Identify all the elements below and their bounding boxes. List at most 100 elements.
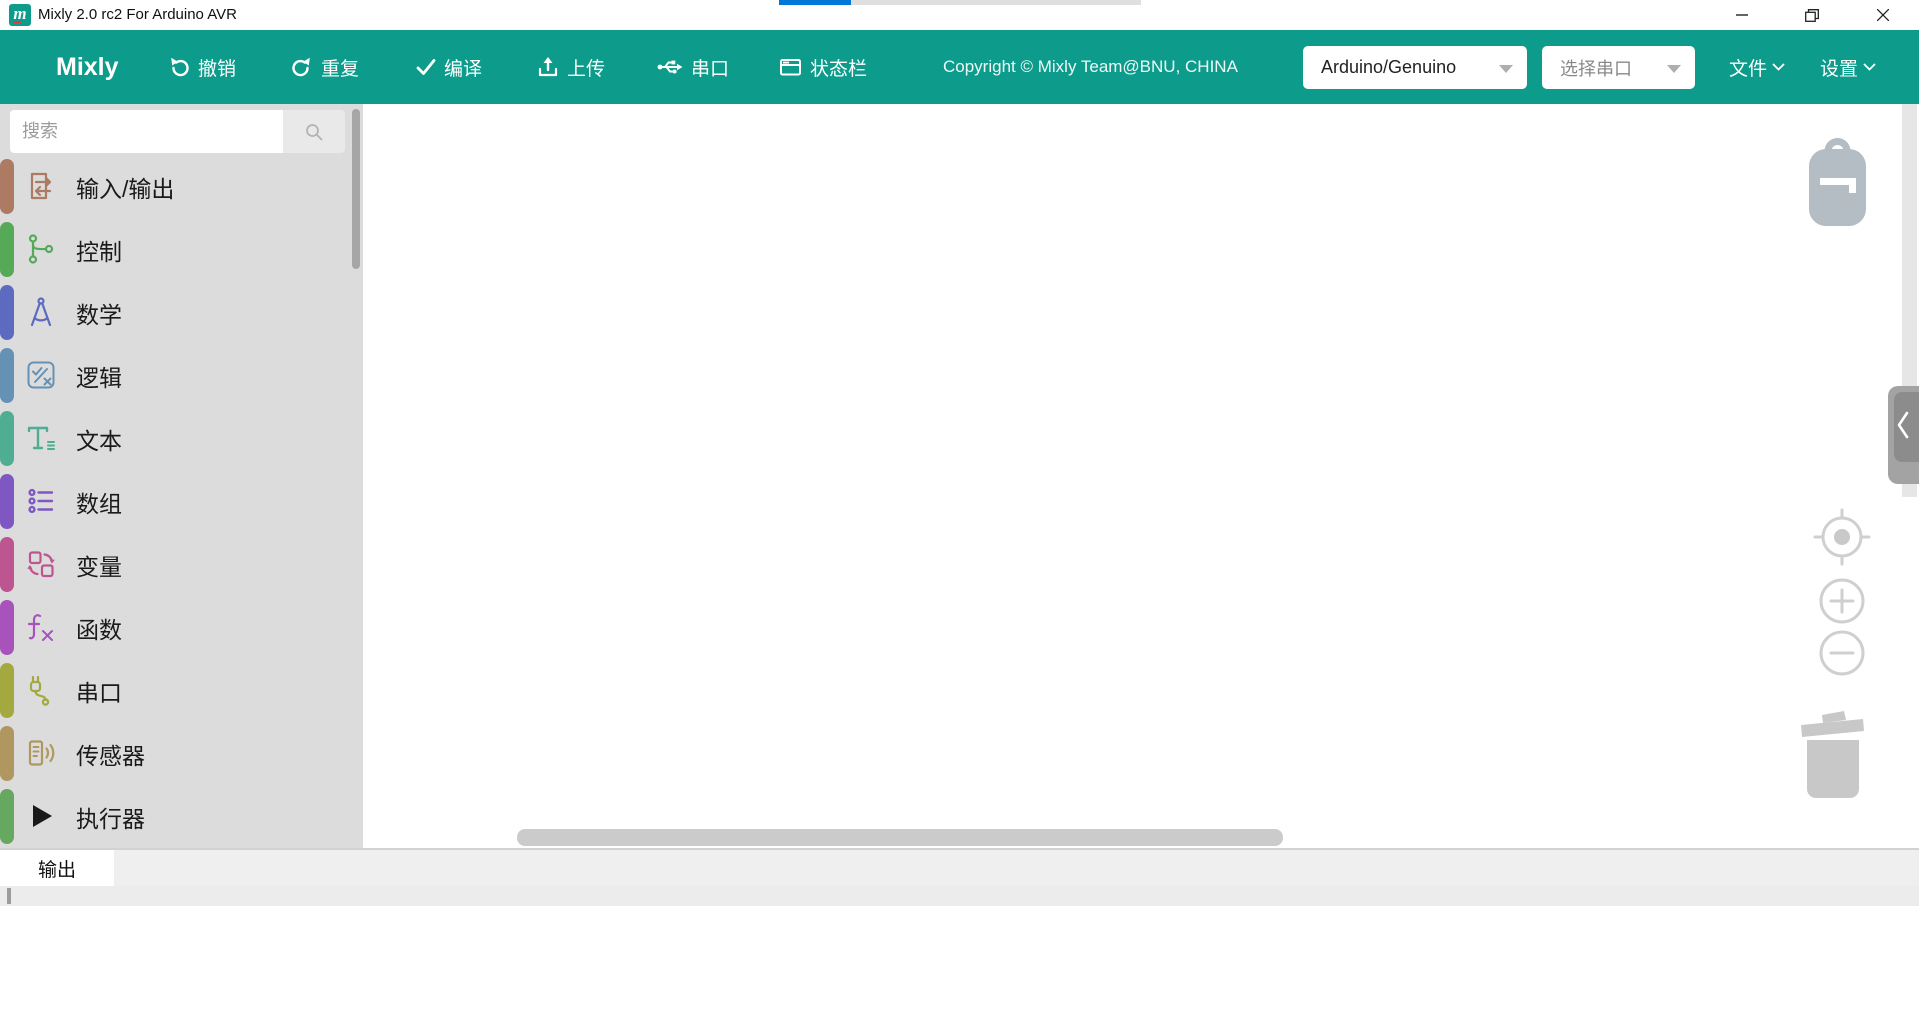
trash-icon[interactable] xyxy=(1798,706,1868,801)
statusbar-icon xyxy=(779,56,802,78)
canvas-horizontal-scrollbar-thumb[interactable] xyxy=(517,829,1283,846)
category-label: 数学 xyxy=(76,296,122,330)
undo-icon xyxy=(168,56,190,78)
zoom-in-button[interactable] xyxy=(1819,578,1865,624)
window-title: Mixly 2.0 rc2 For Arduino AVR xyxy=(38,0,237,30)
math-icon xyxy=(24,295,58,329)
play-triangle-icon xyxy=(24,799,58,833)
logic-icon xyxy=(24,358,58,392)
function-icon xyxy=(24,610,58,644)
control-icon xyxy=(24,232,58,266)
chevron-down-icon xyxy=(1863,63,1876,71)
port-select[interactable]: 选择串口 xyxy=(1542,46,1695,89)
plus-circle-icon xyxy=(1821,580,1863,622)
minimize-icon xyxy=(1736,9,1748,21)
variable-icon xyxy=(24,547,58,581)
output-scroll-strip xyxy=(0,886,1919,906)
category-color-bar xyxy=(0,222,14,277)
sidebar-category-array[interactable]: 数组 xyxy=(0,470,345,533)
category-label: 逻辑 xyxy=(76,359,122,393)
category-label: 串口 xyxy=(76,674,122,708)
search-button[interactable] xyxy=(283,110,345,153)
category-color-bar xyxy=(0,348,14,403)
category-color-bar xyxy=(0,537,14,592)
sensor-icon xyxy=(24,736,58,770)
search-icon xyxy=(304,122,324,142)
copyright-text: Copyright © Mixly Team@BNU, CHINA xyxy=(943,30,1238,104)
array-icon xyxy=(24,484,58,518)
search-input[interactable] xyxy=(10,110,283,153)
sidebar-category-logic[interactable]: 逻辑 xyxy=(0,344,345,407)
sidebar-scrollbar-thumb[interactable] xyxy=(352,109,360,269)
sidebar-category-serial[interactable]: 串口 xyxy=(0,659,345,722)
output-panel: 输出 xyxy=(0,848,1919,1032)
blockly-workspace[interactable] xyxy=(363,104,1919,848)
board-select-value: Arduino/Genuino xyxy=(1303,57,1456,78)
zoom-out-button[interactable] xyxy=(1819,630,1865,676)
restore-icon xyxy=(1805,9,1819,22)
category-color-bar xyxy=(0,285,14,340)
backpack-icon[interactable] xyxy=(1806,136,1869,228)
undo-button[interactable]: 撤销 xyxy=(168,30,236,104)
chevron-down-icon xyxy=(1772,63,1785,71)
serial-button[interactable]: 串口 xyxy=(657,30,729,104)
category-color-bar xyxy=(0,789,14,844)
upload-icon xyxy=(537,56,559,78)
category-label: 数组 xyxy=(76,485,122,519)
serial-cable-icon xyxy=(24,673,58,707)
sidebar-category-io[interactable]: 输入/输出 xyxy=(0,155,345,218)
restore-button[interactable] xyxy=(1789,0,1835,30)
mixly-logo-icon: m xyxy=(9,4,31,26)
category-color-bar xyxy=(0,600,14,655)
minus-circle-icon xyxy=(1821,632,1863,674)
sidebar-category-math[interactable]: 数学 xyxy=(0,281,345,344)
sidebar-category-actuator[interactable]: 执行器 xyxy=(0,785,345,848)
category-color-bar xyxy=(0,411,14,466)
category-label: 函数 xyxy=(76,611,122,645)
compile-button[interactable]: 编译 xyxy=(416,30,482,104)
category-color-bar xyxy=(0,159,14,214)
tab-output-label: 输出 xyxy=(38,855,76,882)
menu-file[interactable]: 文件 xyxy=(1729,30,1785,104)
io-icon xyxy=(24,169,58,203)
chevron-left-icon xyxy=(1896,410,1910,440)
chevron-down-icon xyxy=(1667,65,1681,73)
progress-bar-track xyxy=(851,0,1141,5)
sidebar-category-sensor[interactable]: 传感器 xyxy=(0,722,345,785)
redo-icon xyxy=(291,56,313,78)
upload-button[interactable]: 上传 xyxy=(537,30,605,104)
check-icon xyxy=(416,57,436,77)
text-icon xyxy=(24,421,58,455)
redo-button[interactable]: 重复 xyxy=(291,30,359,104)
usb-icon xyxy=(657,56,683,78)
center-workspace-button[interactable] xyxy=(1812,507,1872,567)
minimize-button[interactable] xyxy=(1719,0,1765,30)
mixly-brand-button[interactable]: Mixly xyxy=(56,30,119,104)
board-select[interactable]: Arduino/Genuino xyxy=(1303,46,1527,89)
close-icon xyxy=(1877,9,1889,21)
statusbar-button[interactable]: 状态栏 xyxy=(779,30,867,104)
category-color-bar xyxy=(0,474,14,529)
tab-output[interactable]: 输出 xyxy=(0,850,114,886)
category-color-bar xyxy=(0,663,14,718)
output-console[interactable] xyxy=(0,906,1919,1034)
output-tabstrip: 输出 xyxy=(0,850,1919,886)
blocks-sidebar: 输入/输出 控制 数学 xyxy=(0,104,363,848)
category-color-bar xyxy=(0,726,14,781)
crosshair-icon xyxy=(1815,510,1869,564)
text-caret xyxy=(7,888,11,904)
port-select-value: 选择串口 xyxy=(1542,55,1632,81)
sidebar-category-text[interactable]: 文本 xyxy=(0,407,345,470)
sidebar-category-variable[interactable]: 变量 xyxy=(0,533,345,596)
close-button[interactable] xyxy=(1860,0,1906,30)
code-panel-collapse-handle[interactable] xyxy=(1888,386,1919,484)
category-label: 变量 xyxy=(76,548,122,582)
sidebar-category-function[interactable]: 函数 xyxy=(0,596,345,659)
sidebar-category-control[interactable]: 控制 xyxy=(0,218,345,281)
menu-settings[interactable]: 设置 xyxy=(1820,30,1876,104)
category-label: 执行器 xyxy=(76,800,145,834)
chevron-down-icon xyxy=(1499,65,1513,73)
progress-bar-filled xyxy=(779,0,851,5)
category-label: 输入/输出 xyxy=(76,170,174,204)
category-label: 文本 xyxy=(76,422,122,456)
